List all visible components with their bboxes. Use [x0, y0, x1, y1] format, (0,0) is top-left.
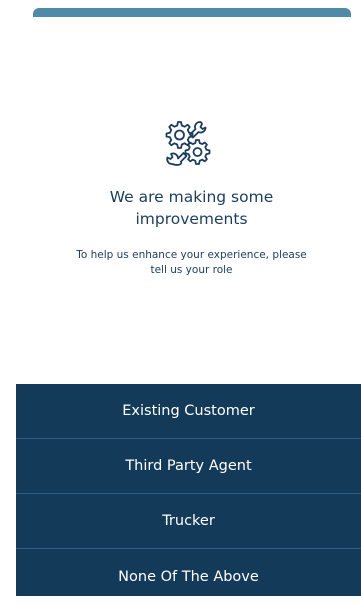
page-subtitle-line2: tell us your role — [150, 264, 233, 276]
role-options: Existing Customer Third Party Agent Truc… — [16, 384, 361, 596]
page-subtitle-line1: To help us enhance your experience, plea… — [76, 249, 307, 261]
gears-wrench-icon — [165, 121, 211, 166]
page-subtitle: To help us enhance your experience, plea… — [0, 248, 361, 278]
page-title-line2: improvements — [135, 210, 248, 228]
trucker-button[interactable]: Trucker — [16, 494, 361, 549]
page-title: We are making some improvements — [0, 186, 361, 230]
third-party-agent-button[interactable]: Third Party Agent — [16, 439, 361, 494]
page-title-line1: We are making some — [109, 188, 274, 206]
existing-customer-button[interactable]: Existing Customer — [16, 384, 361, 439]
top-bar — [33, 8, 351, 17]
